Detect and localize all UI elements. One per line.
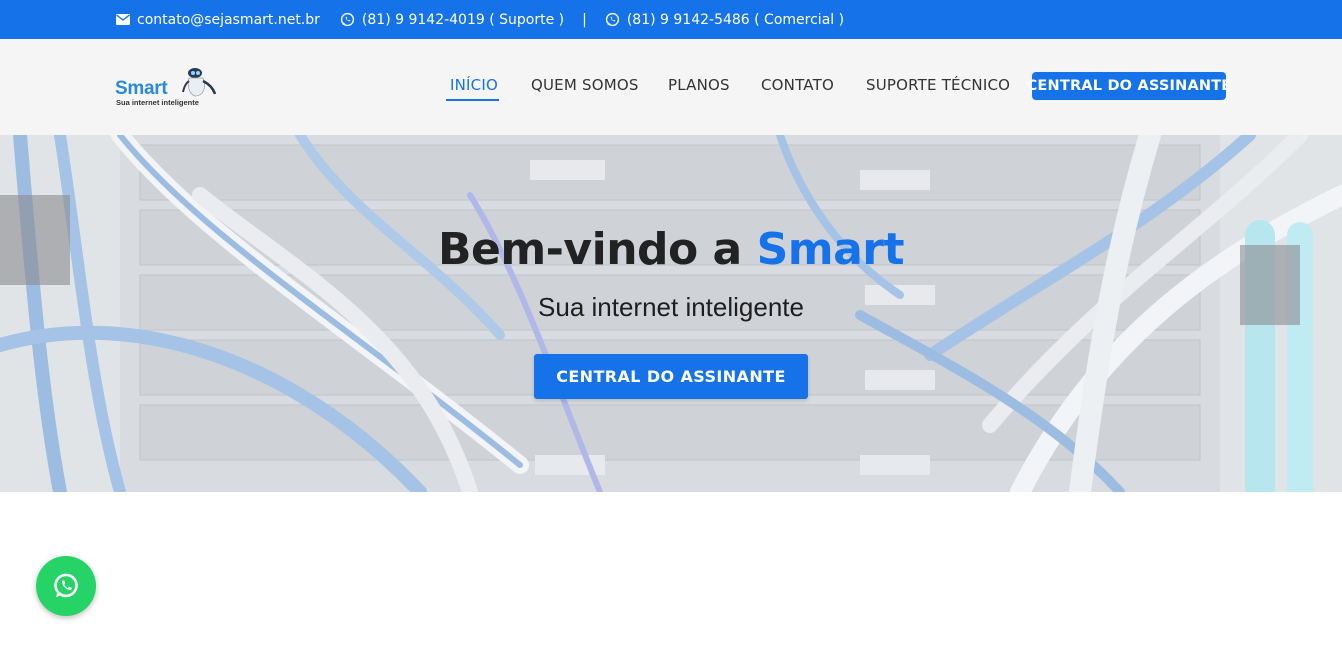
hero-subtitle: Sua internet inteligente xyxy=(538,292,804,322)
nav-item-contato[interactable]: CONTATO xyxy=(761,76,834,94)
whatsapp-icon xyxy=(605,12,619,27)
nav-item-quem-somos[interactable]: QUEM SOMOS xyxy=(531,76,639,94)
top-contact-bar: contato@sejasmart.net.br (81) 9 9142-401… xyxy=(0,0,1342,39)
whatsapp-float-button[interactable] xyxy=(36,556,96,616)
hero-section: Bem-vindo a Smart Sua internet inteligen… xyxy=(0,135,1342,492)
nav-item-inicio[interactable]: INÍCIO xyxy=(450,76,498,94)
hero-title-accent: Smart xyxy=(756,224,905,275)
contact-phone-commercial-text: (81) 9 9142-5486 ( Comercial ) xyxy=(626,11,845,28)
site-header: Smart Sua internet inteligente INÍCIO QU… xyxy=(0,39,1342,135)
contact-email[interactable]: contato@sejasmart.net.br xyxy=(116,12,320,28)
main-navigation: INÍCIO QUEM SOMOS PLANOS CONTATO SUPORTE… xyxy=(0,39,1342,135)
hero-title-prefix: Bem-vindo a xyxy=(437,224,757,275)
contact-email-text: contato@sejasmart.net.br xyxy=(137,11,320,28)
hero-title: Bem-vindo a Smart xyxy=(0,224,1342,275)
nav-active-indicator xyxy=(446,99,499,101)
nav-item-suporte-tecnico[interactable]: SUPORTE TÉCNICO xyxy=(866,76,1010,94)
contact-phone-support[interactable]: (81) 9 9142-4019 ( Suporte ) xyxy=(340,12,564,28)
envelope-icon xyxy=(116,14,130,25)
nav-item-planos[interactable]: PLANOS xyxy=(668,76,730,94)
whatsapp-icon xyxy=(54,573,78,598)
contact-separator: | xyxy=(582,11,587,28)
hero-central-assinante-button[interactable]: CENTRAL DO ASSINANTE xyxy=(534,354,808,399)
contact-phone-commercial[interactable]: (81) 9 9142-5486 ( Comercial ) xyxy=(605,12,844,28)
nav-central-assinante-button[interactable]: CENTRAL DO ASSINANTE xyxy=(1027,72,1231,100)
whatsapp-icon xyxy=(340,12,355,27)
contact-phone-support-text: (81) 9 9142-4019 ( Suporte ) xyxy=(361,11,565,28)
